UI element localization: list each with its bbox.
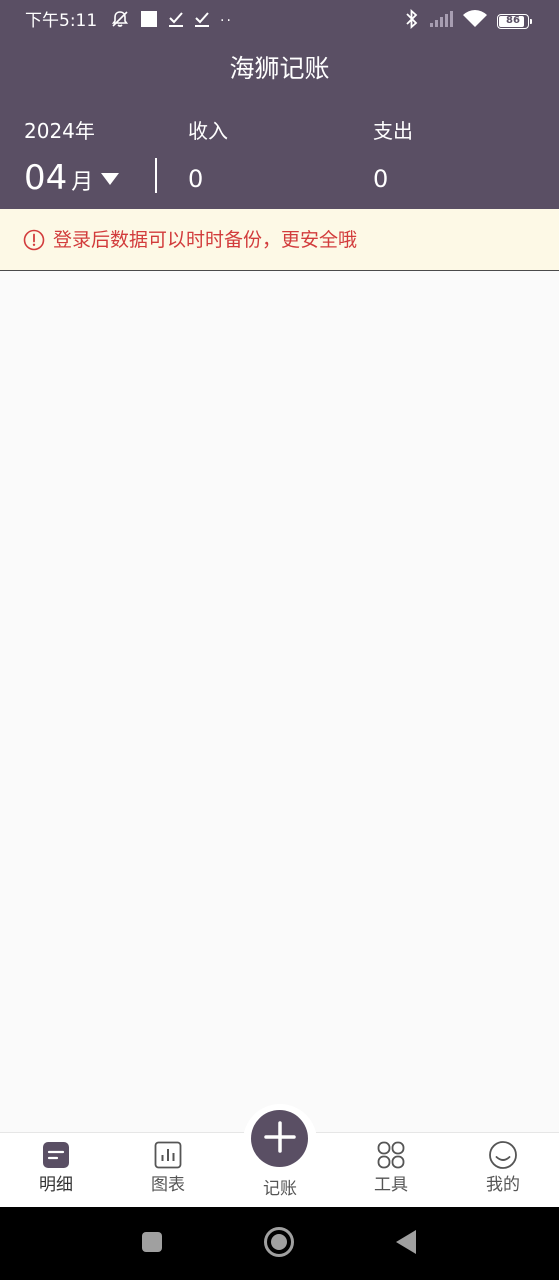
transaction-list [0,271,559,1132]
download-done-icon [194,10,210,32]
list-icon [41,1140,71,1170]
back-button[interactable] [371,1207,441,1280]
bell-muted-icon [110,9,130,33]
back-triangle-icon [394,1229,418,1259]
year-label: 2024年 [24,119,95,143]
tab-record-label[interactable]: 记账 [224,1178,336,1200]
recents-button[interactable] [117,1207,187,1280]
plus-icon [263,1120,297,1158]
alert-circle-icon [23,229,45,251]
login-notice-banner[interactable]: 登录后数据可以时时备份，更安全哦 [0,209,559,271]
home-button[interactable] [244,1207,314,1280]
signal-icon [429,11,453,31]
more-notifications-indicator: ·· [220,13,233,29]
bar-chart-icon [153,1140,183,1170]
grid-icon [376,1140,406,1170]
status-bar: 下午5:11 ·· 86 [0,0,559,42]
tab-details[interactable]: 明细 [0,1140,112,1204]
wifi-icon [463,10,487,32]
add-record-button[interactable] [251,1110,308,1167]
status-time: 下午5:11 [25,11,98,31]
tab-label: 我的 [486,1175,520,1195]
tab-tools[interactable]: 工具 [335,1140,447,1204]
square-notification-icon [140,10,158,32]
tab-label: 工具 [374,1175,408,1195]
tab-label: 明细 [39,1175,73,1195]
status-notification-icons: ·· [110,10,233,32]
battery-level: 86 [506,15,520,26]
home-circle-icon [263,1226,295,1262]
smile-icon [488,1140,518,1170]
tab-mine[interactable]: 我的 [447,1140,559,1204]
app-title: 海狮记账 [229,54,330,83]
income-label: 收入 [188,119,228,143]
square-icon [141,1231,163,1257]
income-value: 0 [188,165,204,193]
month-unit: 月 [71,170,94,195]
month-value: 04 [24,158,68,198]
month-picker[interactable]: 04 月 [24,158,120,198]
caret-down-icon [101,173,120,185]
status-system-icons: 86 [405,8,532,33]
bluetooth-icon [405,8,419,33]
tab-charts[interactable]: 图表 [112,1140,224,1204]
download-done-icon [168,10,184,32]
battery-icon: 86 [497,13,532,29]
tab-label: 图表 [151,1175,185,1195]
expense-label: 支出 [373,119,413,143]
expense-value: 0 [373,165,389,193]
system-navigation-bar [0,1207,559,1280]
app-header: 下午5:11 ·· 86 海狮记账 2024年 04 月 收入 0 支出 0 [0,0,559,209]
header-divider [155,158,157,193]
notice-text: 登录后数据可以时时备份，更安全哦 [53,228,358,251]
